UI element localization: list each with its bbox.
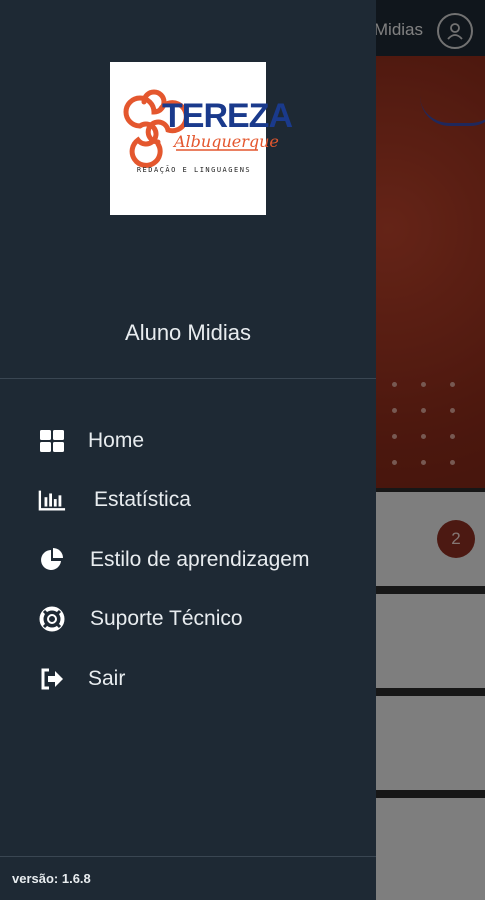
logo-name-text: TEREZA (162, 97, 293, 135)
menu-item-estatistica[interactable]: Estatística (0, 471, 376, 531)
logo-tagline-text: REDAÇÃO E LINGUAGENS (136, 166, 252, 174)
menu-item-home[interactable]: Home (0, 411, 376, 471)
bar-chart-icon (38, 486, 66, 514)
menu-item-label: Estilo de aprendizagem (90, 547, 310, 571)
drawer-user-name: Aluno Midias (125, 320, 251, 345)
footer-divider (0, 856, 376, 857)
drawer-menu: Home Estatística Estilo de aprendizagem … (0, 411, 376, 709)
logo-surname-text: Albuquerque (174, 132, 279, 151)
menu-item-label: Home (88, 428, 145, 452)
menu-item-label: Sair (88, 666, 126, 690)
menu-item-label: Estatística (94, 488, 191, 512)
lifebuoy-icon (38, 605, 66, 633)
divider (0, 378, 376, 379)
pie-chart-icon (38, 546, 66, 574)
app-version: versão: 1.6.8 (12, 871, 91, 886)
menu-item-suporte-tecnico[interactable]: Suporte Técnico (0, 590, 376, 650)
navigation-drawer: TEREZA Albuquerque REDAÇÃO E LINGUAGENS … (0, 0, 376, 900)
brand-logo: TEREZA Albuquerque REDAÇÃO E LINGUAGENS (110, 62, 293, 215)
grid-icon (38, 427, 66, 455)
menu-item-label: Suporte Técnico (90, 607, 243, 631)
sign-out-icon (38, 665, 66, 693)
menu-item-sair[interactable]: Sair (0, 649, 376, 709)
menu-item-estilo-de-aprendizagem[interactable]: Estilo de aprendizagem (0, 530, 376, 590)
